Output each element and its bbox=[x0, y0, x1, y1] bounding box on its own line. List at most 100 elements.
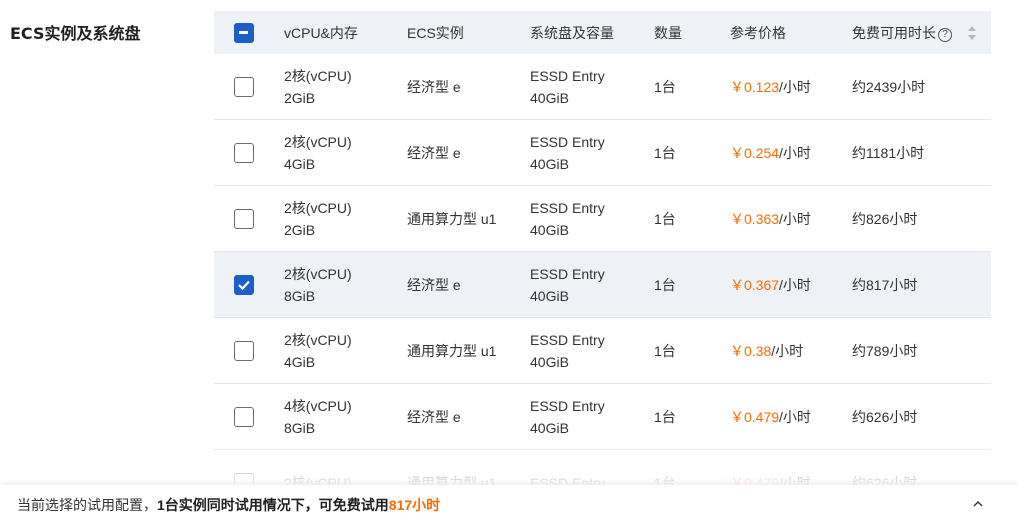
cell-qty: 1台 bbox=[654, 144, 676, 161]
disk-size: 40GiB bbox=[530, 287, 569, 304]
header-price: 参考价格 bbox=[730, 24, 786, 41]
cpu-memory: 2GiB bbox=[284, 221, 316, 238]
cpu-cores: 4核(vCPU) bbox=[284, 397, 352, 414]
price-value: ￥0.367 bbox=[730, 276, 780, 293]
cpu-memory: 8GiB bbox=[284, 419, 316, 436]
cell-cpu: 2核(vCPU) 8GiB bbox=[284, 263, 352, 307]
cell-disk: ESSD Entry 40GiB bbox=[530, 65, 605, 109]
cpu-cores: 2核(vCPU) bbox=[284, 331, 352, 348]
indeterminate-icon bbox=[234, 22, 254, 43]
price-value: ￥0.254 bbox=[730, 144, 780, 161]
disk-size: 40GiB bbox=[530, 419, 569, 436]
cell-cpu: 2核(vCPU) 2GiB bbox=[284, 65, 352, 109]
unchecked-icon bbox=[234, 340, 254, 361]
table-row[interactable]: 2核(vCPU) 2GiB 通用算力型 u1 ESSD Entry 40GiB 1台 ￥0.… bbox=[214, 186, 991, 252]
row-checkbox[interactable] bbox=[234, 76, 254, 97]
cell-ecs: 经济型 e bbox=[407, 408, 461, 425]
cell-disk: ESSD Entry 40GiB bbox=[530, 131, 605, 175]
disk-type: ESSD Entry bbox=[530, 265, 605, 282]
sort-icon[interactable] bbox=[967, 24, 977, 42]
price-unit: /小时 bbox=[771, 342, 804, 359]
table-row[interactable]: 2核(vCPU) 2GiB 经济型 e ESSD Entry 40GiB 1台 ￥0.123… bbox=[214, 54, 991, 120]
cpu-memory: 4GiB bbox=[284, 155, 316, 172]
cell-time: 约1181小时 bbox=[852, 144, 925, 161]
cell-cpu: 2核(vCPU) 4GiB bbox=[284, 131, 352, 175]
price-unit: /小时 bbox=[779, 78, 811, 95]
footer-hours: 817小时 bbox=[388, 496, 441, 513]
cell-cpu: 2核(vCPU) 2GiB bbox=[284, 197, 352, 241]
price-unit: /小时 bbox=[779, 408, 811, 425]
cell-cpu: 4核(vCPU) 8GiB bbox=[284, 395, 352, 439]
chevron-up-icon[interactable] bbox=[972, 498, 984, 510]
cell-time: 约817小时 bbox=[852, 276, 918, 293]
cell-disk: ESSD Entry 40GiB bbox=[530, 197, 605, 241]
price-value: ￥0.123 bbox=[730, 78, 780, 95]
cell-price: ￥0.363/小时 bbox=[730, 208, 811, 230]
cell-price: ￥0.38/小时 bbox=[730, 340, 803, 362]
cell-time: 约2439小时 bbox=[852, 78, 926, 95]
cpu-cores: 2核(vCPU) bbox=[284, 199, 352, 216]
disk-type: ESSD Entry bbox=[530, 133, 605, 150]
cell-qty: 1台 bbox=[654, 342, 676, 359]
cell-time: 约826小时 bbox=[852, 210, 918, 227]
help-icon[interactable]: ? bbox=[938, 27, 952, 42]
price-value: ￥0.38 bbox=[730, 342, 772, 359]
header-time-label: 免费可用时长 bbox=[852, 24, 936, 41]
cell-ecs: 通用算力型 u1 bbox=[407, 342, 497, 359]
price-value: ￥0.479 bbox=[730, 408, 780, 425]
cell-ecs: 经济型 e bbox=[407, 276, 461, 293]
cell-disk: ESSD Entry 40GiB bbox=[530, 329, 605, 373]
cpu-cores: 2核(vCPU) bbox=[284, 265, 352, 282]
select-all-checkbox[interactable] bbox=[234, 22, 254, 43]
price-unit: /小时 bbox=[779, 144, 811, 161]
cell-disk: ESSD Entry 40GiB bbox=[530, 395, 605, 439]
unchecked-icon bbox=[234, 406, 254, 427]
price-value: ￥0.363 bbox=[730, 210, 780, 227]
cpu-memory: 2GiB bbox=[284, 89, 316, 106]
cell-time: 约789小时 bbox=[852, 342, 918, 359]
footer-bar: 当前选择的试用配置， 1台实例同时试用情况下，可免费试用 817小时 bbox=[0, 485, 1019, 524]
cell-qty: 1台 bbox=[654, 210, 676, 227]
cell-price: ￥0.123/小时 bbox=[730, 76, 811, 98]
table-row[interactable]: 2核(vCPU) 8GiB 经济型 e ESSD Entry 40GiB 1台 ￥0.367… bbox=[214, 252, 991, 318]
table-row[interactable]: 2核(vCPU) 4GiB 经济型 e ESSD Entry 40GiB 1台 ￥0.254… bbox=[214, 120, 991, 186]
cell-ecs: 经济型 e bbox=[407, 78, 461, 95]
row-checkbox[interactable] bbox=[234, 142, 254, 163]
cell-cpu: 2核(vCPU) 4GiB bbox=[284, 329, 352, 373]
disk-type: ESSD Entry bbox=[530, 331, 605, 348]
unchecked-icon bbox=[234, 208, 254, 229]
table-row[interactable]: 2核(vCPU) 4GiB 通用算力型 u1 ESSD Entry 40GiB 1台 ￥0.… bbox=[214, 318, 991, 384]
scroll-fade bbox=[0, 440, 1019, 485]
unchecked-icon bbox=[234, 142, 254, 163]
cell-qty: 1台 bbox=[654, 408, 676, 425]
cell-ecs: 经济型 e bbox=[407, 144, 461, 161]
footer-bold: 1台实例同时试用情况下，可免费试用 bbox=[157, 496, 389, 513]
row-checkbox[interactable] bbox=[234, 274, 254, 295]
disk-type: ESSD Entry bbox=[530, 67, 605, 84]
header-disk: 系统盘及容量 bbox=[530, 24, 614, 41]
disk-size: 40GiB bbox=[530, 221, 569, 238]
cell-price: ￥0.479/小时 bbox=[730, 406, 811, 428]
table-header: vCPU&内存 ECS实例 系统盘及容量 数量 参考价格 免费可用时长? bbox=[214, 11, 991, 54]
disk-size: 40GiB bbox=[530, 89, 569, 106]
cpu-memory: 8GiB bbox=[284, 287, 316, 304]
row-checkbox[interactable] bbox=[234, 340, 254, 361]
cell-qty: 1台 bbox=[654, 276, 676, 293]
cpu-cores: 2核(vCPU) bbox=[284, 67, 352, 84]
price-unit: /小时 bbox=[779, 276, 811, 293]
cell-time: 约626小时 bbox=[852, 408, 918, 425]
price-unit: /小时 bbox=[779, 210, 811, 227]
footer-prefix: 当前选择的试用配置， bbox=[17, 496, 157, 513]
disk-size: 40GiB bbox=[530, 353, 569, 370]
cell-qty: 1台 bbox=[654, 78, 676, 95]
checked-icon bbox=[234, 274, 254, 295]
row-checkbox[interactable] bbox=[234, 406, 254, 427]
cell-disk: ESSD Entry 40GiB bbox=[530, 263, 605, 307]
disk-type: ESSD Entry bbox=[530, 397, 605, 414]
cell-price: ￥0.254/小时 bbox=[730, 142, 811, 164]
row-checkbox[interactable] bbox=[234, 208, 254, 229]
header-qty: 数量 bbox=[654, 24, 682, 41]
unchecked-icon bbox=[234, 76, 254, 97]
header-ecs: ECS实例 bbox=[407, 24, 464, 41]
header-time: 免费可用时长? bbox=[852, 22, 952, 44]
